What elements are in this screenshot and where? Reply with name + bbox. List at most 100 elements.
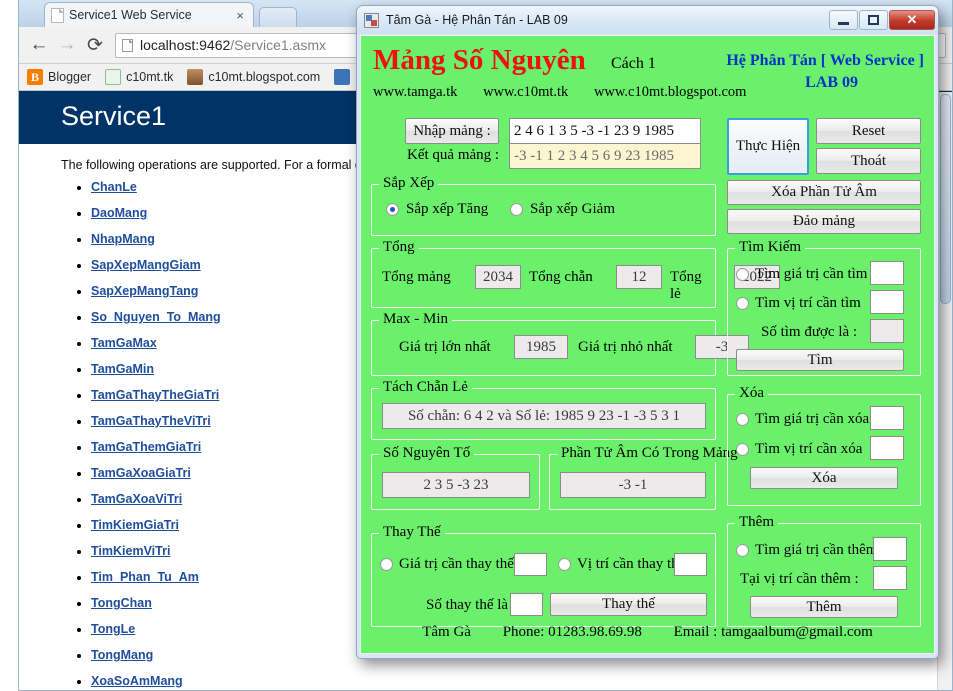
delete-by-value-input[interactable] bbox=[870, 406, 904, 430]
add-by-value-input[interactable] bbox=[873, 537, 907, 561]
delete-by-value-label: Tìm giá trị cần xóa bbox=[755, 411, 870, 427]
even-sum-label: Tổng chẵn bbox=[529, 269, 593, 285]
max-value-field: 1985 bbox=[514, 335, 568, 359]
operation-link[interactable]: TamGaMax bbox=[91, 336, 157, 350]
reverse-array-button[interactable]: Đảo mảng bbox=[727, 209, 921, 234]
page-scrollbar[interactable] bbox=[937, 92, 952, 690]
bookmark-label: c10mt.blogspot.com bbox=[208, 70, 321, 84]
search-by-value-label: Tìm giá trị cần tìm bbox=[755, 266, 868, 282]
radio-search-by-value[interactable] bbox=[736, 268, 749, 281]
delete-by-position-input[interactable] bbox=[870, 436, 904, 460]
sort-desc-label: Sắp xếp Giảm bbox=[530, 201, 615, 217]
replace-group-title: Thay Thế bbox=[379, 524, 445, 541]
maximize-button[interactable] bbox=[859, 10, 888, 30]
operation-link[interactable]: TimKiemViTri bbox=[91, 544, 170, 558]
sort-group: Sắp Xếp Sắp xếp Tăng Sắp xếp Giảm bbox=[371, 175, 716, 236]
input-array-field[interactable]: 2 4 6 1 3 5 -3 -1 23 9 1985 bbox=[509, 118, 701, 144]
radio-add-by-value[interactable] bbox=[736, 544, 749, 557]
operation-link[interactable]: TongChan bbox=[91, 596, 152, 610]
footer-phone: Phone: 01283.98.69.98 bbox=[502, 624, 642, 640]
negative-group-title: Phần Tử Âm Có Trong Mảng bbox=[557, 445, 742, 462]
negative-group: Phần Tử Âm Có Trong Mảng -3 -1 bbox=[549, 445, 742, 510]
operation-link[interactable]: NhapMang bbox=[91, 232, 155, 246]
input-array-button[interactable]: Nhập mảng : bbox=[405, 118, 499, 144]
operation-link[interactable]: TamGaXoaViTri bbox=[91, 492, 182, 506]
operation-link[interactable]: So_Nguyen_To_Mang bbox=[91, 310, 221, 324]
operation-link[interactable]: TongMang bbox=[91, 648, 153, 662]
photo-icon bbox=[187, 69, 204, 85]
close-button[interactable]: ✕ bbox=[889, 10, 935, 30]
radio-sort-desc[interactable] bbox=[510, 203, 523, 216]
operation-link[interactable]: TimKiemGiaTri bbox=[91, 518, 179, 532]
c10mt-icon bbox=[105, 69, 122, 85]
operation-link[interactable]: SapXepMangGiam bbox=[91, 258, 201, 272]
radio-search-by-position[interactable] bbox=[736, 297, 749, 310]
forward-icon[interactable]: → bbox=[53, 31, 81, 59]
browser-tab-service1[interactable]: Service1 Web Service × bbox=[44, 2, 254, 27]
delete-group-title: Xóa bbox=[735, 385, 768, 402]
replace-button[interactable]: Thay thế bbox=[550, 593, 707, 616]
operation-link[interactable]: TamGaThemGiaTri bbox=[91, 440, 201, 454]
app-client-area: Mảng Số Nguyên Cách 1 Hệ Phân Tán [ Web … bbox=[360, 35, 935, 654]
bookmark-c10mt-blogspot[interactable]: c10mt.blogspot.com bbox=[187, 69, 320, 85]
scrollbar-thumb[interactable] bbox=[940, 94, 951, 304]
search-by-value-input[interactable] bbox=[870, 261, 904, 285]
tab-close-icon[interactable]: × bbox=[233, 8, 247, 23]
radio-delete-by-position[interactable] bbox=[736, 443, 749, 456]
result-array-label: Kết quả mảng : bbox=[407, 147, 500, 163]
remove-negative-button[interactable]: Xóa Phần Tử Âm bbox=[727, 180, 921, 205]
site-link-3: www.c10mt.blogspot.com bbox=[593, 84, 747, 100]
even-sum-field: 12 bbox=[616, 265, 662, 289]
operation-link[interactable]: TamGaXoaGiaTri bbox=[91, 466, 191, 480]
reset-button[interactable]: Reset bbox=[816, 118, 921, 144]
replace-by-position-label: Vị trí cần thay thế bbox=[577, 556, 686, 572]
reload-icon[interactable]: ⟳ bbox=[81, 31, 109, 59]
add-button[interactable]: Thêm bbox=[750, 596, 898, 618]
add-position-input[interactable] bbox=[873, 566, 907, 590]
back-icon[interactable]: ← bbox=[25, 31, 53, 59]
page-favicon-icon bbox=[51, 7, 64, 23]
site-link-2: www.c10mt.tk bbox=[483, 84, 569, 100]
operation-link[interactable]: TongLe bbox=[91, 622, 135, 636]
operation-link[interactable]: ChanLe bbox=[91, 180, 137, 194]
bookmark-c10mt-tk[interactable]: c10mt.tk bbox=[105, 69, 173, 85]
footer-email: Email : tamgaalbum@gmail.com bbox=[673, 624, 873, 640]
new-tab-button[interactable] bbox=[259, 7, 297, 27]
operation-link[interactable]: TamGaMin bbox=[91, 362, 154, 376]
execute-button[interactable]: Thực Hiện bbox=[727, 118, 809, 175]
add-group: Thêm Tìm giá trị cần thêm Tại vị trí cần… bbox=[727, 514, 921, 627]
radio-delete-by-value[interactable] bbox=[736, 413, 749, 426]
app-banner: Mảng Số Nguyên Cách 1 Hệ Phân Tán [ Web … bbox=[361, 36, 934, 114]
replace-by-value-input[interactable] bbox=[514, 553, 547, 576]
delete-button[interactable]: Xóa bbox=[750, 467, 898, 489]
search-by-position-input[interactable] bbox=[870, 290, 904, 314]
operation-link[interactable]: SapXepMangTang bbox=[91, 284, 198, 298]
replace-new-value-label: Số thay thế là : bbox=[426, 597, 516, 613]
blogger-icon: B bbox=[27, 69, 43, 85]
app-title-bar[interactable]: Tâm Gà - Hệ Phân Tán - LAB 09 ✕ bbox=[357, 6, 938, 34]
footer-author: Tâm Gà bbox=[422, 624, 471, 640]
operation-link[interactable]: XoaSoAmMang bbox=[91, 674, 183, 688]
split-group-title: Tách Chẵn Lẻ bbox=[379, 379, 472, 396]
app-footer: Tâm Gà Phone: 01283.98.69.98 Email : tam… bbox=[361, 624, 934, 641]
bookmark-screenshot[interactable] bbox=[334, 69, 351, 85]
minimize-button[interactable] bbox=[829, 10, 858, 30]
replace-by-position-input[interactable] bbox=[674, 553, 707, 576]
operation-link[interactable]: Tim_Phan_Tu_Am bbox=[91, 570, 199, 584]
delete-by-position-label: Tìm vị trí cần xóa bbox=[755, 441, 863, 457]
max-label: Giá trị lớn nhất bbox=[399, 339, 491, 355]
operation-link[interactable]: TamGaThayTheGiaTri bbox=[91, 388, 219, 402]
negative-result-field: -3 -1 bbox=[560, 472, 706, 498]
exit-button[interactable]: Thoát bbox=[816, 148, 921, 174]
operation-link[interactable]: DaoMang bbox=[91, 206, 147, 220]
replace-new-value-input[interactable] bbox=[510, 593, 543, 616]
radio-replace-by-value[interactable] bbox=[380, 558, 393, 571]
search-button[interactable]: Tìm bbox=[736, 349, 904, 371]
operation-link[interactable]: TamGaThayTheViTri bbox=[91, 414, 211, 428]
bookmark-blogger[interactable]: B Blogger bbox=[27, 69, 91, 85]
total-sum-label: Tổng mảng bbox=[382, 269, 451, 285]
radio-replace-by-position[interactable] bbox=[558, 558, 571, 571]
page-info-icon bbox=[122, 38, 133, 52]
radio-sort-asc[interactable] bbox=[386, 203, 399, 216]
delete-group: Xóa Tìm giá trị cần xóa Tìm vị trí cần x… bbox=[727, 385, 921, 506]
